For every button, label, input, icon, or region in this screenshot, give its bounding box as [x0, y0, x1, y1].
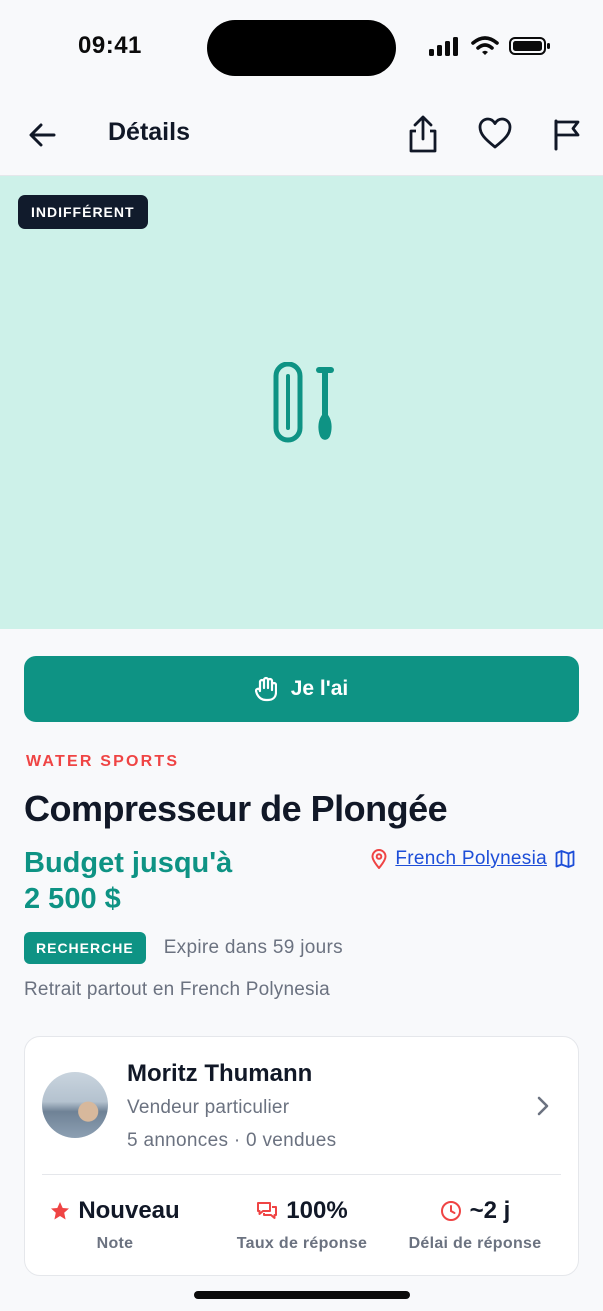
budget-amount: 2 500 $ [24, 883, 121, 915]
status-time: 09:41 [78, 32, 142, 59]
heart-icon[interactable] [477, 116, 513, 150]
clock-icon [440, 1201, 461, 1221]
budget: Budget jusqu'à 2 500 $ [24, 845, 324, 917]
raised-hand-icon [254, 676, 277, 702]
flag-icon[interactable] [552, 117, 582, 151]
i-have-it-button[interactable]: Je l'ai [24, 656, 579, 722]
tag-row: RECHERCHE Expire dans 59 jours [24, 932, 343, 964]
condition-badge: INDIFFÉRENT [18, 195, 148, 229]
dynamic-island [207, 20, 396, 76]
star-icon [51, 1202, 70, 1220]
seller-card[interactable]: Moritz Thumann Vendeur particulier 5 ann… [24, 1036, 579, 1276]
response-rate-value: 100% [286, 1197, 348, 1224]
seller-name: Moritz Thumann [127, 1060, 313, 1087]
location-link[interactable]: French Polynesia [371, 848, 575, 870]
map-icon[interactable] [555, 849, 575, 869]
status-icons [429, 36, 551, 56]
metric-response-rate: 100% Taux de réponse [217, 1197, 387, 1253]
battery-icon [509, 37, 550, 55]
divider [42, 1174, 561, 1175]
listing-hero-image[interactable]: INDIFFÉRENT [0, 176, 603, 629]
listing-title: Compresseur de Plongée [24, 788, 448, 829]
share-icon[interactable] [406, 114, 440, 154]
listing-type-tag: RECHERCHE [24, 932, 146, 964]
surfboard-paddle-icon [273, 362, 334, 443]
location-text[interactable]: French Polynesia [395, 848, 547, 870]
map-pin-icon [371, 849, 387, 869]
cellular-signal-icon [429, 37, 458, 56]
response-rate-label: Taux de réponse [236, 1235, 368, 1252]
response-time-label: Délai de réponse [408, 1235, 542, 1252]
seller-stats: 5 annonces · 0 vendues [127, 1130, 337, 1151]
back-arrow-icon[interactable] [26, 118, 60, 152]
rating-value: Nouveau [78, 1197, 180, 1224]
i-have-it-label: Je l'ai [290, 677, 349, 700]
expiry-text: Expire dans 59 jours [163, 937, 343, 958]
pickup-info: Retrait partout en French Polynesia [24, 979, 330, 1000]
metric-response-time: ~2 j Délai de réponse [390, 1197, 560, 1253]
seller-type: Vendeur particulier [127, 1097, 290, 1118]
nav-bar: Détails [0, 96, 603, 176]
category-label: WATER SPORTS [26, 753, 180, 770]
wifi-icon [471, 36, 499, 55]
metric-rating: Nouveau Note [30, 1197, 200, 1253]
chevron-right-icon[interactable] [536, 1095, 550, 1117]
response-time-value: ~2 j [469, 1197, 511, 1224]
page-title: Détails [108, 118, 190, 146]
status-bar: 09:41 [0, 0, 603, 96]
avatar[interactable] [42, 1072, 108, 1138]
budget-line-1: Budget jusqu'à [24, 847, 233, 879]
rating-label: Note [96, 1235, 134, 1252]
home-indicator[interactable] [194, 1291, 410, 1299]
chat-bubbles-icon [257, 1202, 278, 1219]
